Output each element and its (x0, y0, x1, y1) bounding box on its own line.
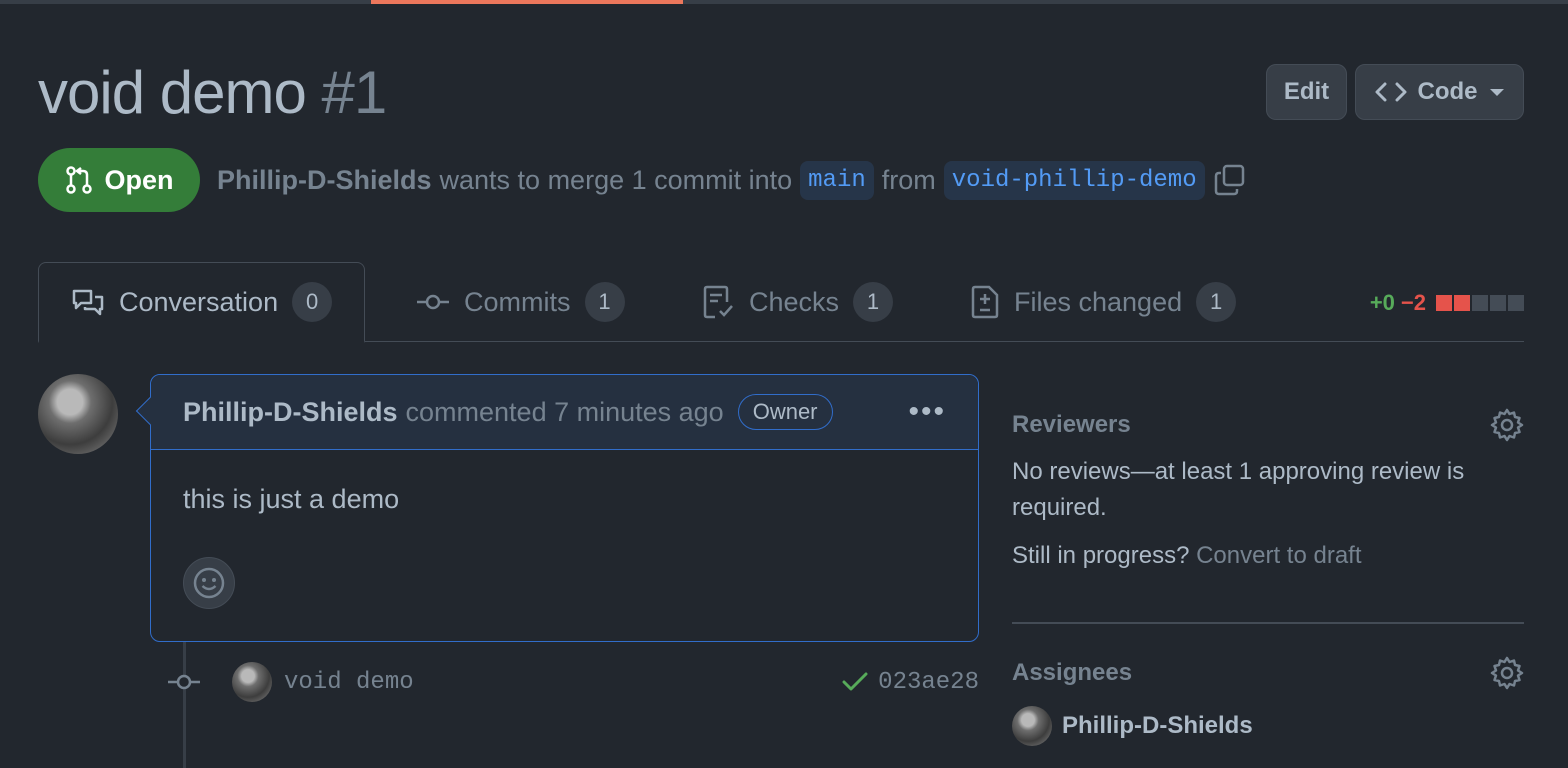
head-branch[interactable]: void-phillip-demo (943, 160, 1205, 200)
kebab-menu-icon[interactable]: ••• (908, 395, 946, 429)
caret-down-icon (1489, 89, 1504, 96)
base-branch[interactable]: main (800, 160, 874, 200)
smiley-icon (193, 567, 225, 599)
draft-prompt: Still in progress? Convert to draft (1012, 542, 1524, 570)
commit-sha[interactable]: 023ae28 (878, 669, 979, 696)
check-icon[interactable] (842, 672, 868, 692)
tab-commits-label: Commits (464, 286, 571, 317)
pr-tabs: Conversation 0 Commits 1 Checks 1 Files … (38, 262, 1524, 343)
pr-title: void demo #1 (38, 58, 388, 127)
git-pull-request-icon (66, 166, 93, 194)
diffstat-block (1490, 295, 1506, 311)
assignees-heading: Assignees (1012, 658, 1133, 686)
pr-number[interactable]: #1 (322, 59, 388, 126)
active-nav-indicator (371, 0, 683, 4)
sidebar: Reviewers No reviews—at least 1 approvin… (1012, 400, 1524, 746)
diffstat-deletions: −2 (1400, 290, 1426, 315)
tab-files-changed[interactable]: Files changed 1 (970, 262, 1237, 342)
from-text: from (881, 164, 936, 195)
diffstat-block (1436, 295, 1452, 311)
diffstat-block (1472, 295, 1488, 311)
edit-button[interactable]: Edit (1266, 64, 1347, 120)
code-icon (1375, 82, 1406, 102)
draft-prompt-text: Still in progress? (1012, 542, 1190, 569)
diffstat-block (1508, 295, 1524, 311)
tab-conversation-label: Conversation (119, 286, 279, 317)
pr-title-text: void demo (38, 59, 307, 126)
pr-meta: Phillip-D-Shields wants to merge 1 commi… (217, 158, 1247, 202)
comment-body: this is just a demo (183, 484, 400, 514)
reviewers-heading: Reviewers (1012, 411, 1131, 438)
comment-discussion-icon (72, 289, 104, 316)
tab-checks[interactable]: Checks 1 (703, 262, 894, 342)
timeline-commit: void demo 023ae28 (168, 658, 979, 706)
tab-conversation[interactable]: Conversation 0 (38, 262, 366, 343)
git-commit-icon (417, 294, 449, 310)
convert-to-draft-link[interactable]: Convert to draft (1196, 542, 1361, 569)
avatar[interactable] (38, 374, 118, 454)
pr-state-badge: Open (38, 148, 200, 212)
checklist-icon (703, 285, 733, 319)
code-button[interactable]: Code (1355, 64, 1524, 120)
tab-files-changed-count: 1 (1196, 282, 1237, 322)
add-reaction-button[interactable] (183, 557, 235, 609)
code-button-label: Code (1417, 78, 1478, 105)
file-diff-icon (971, 285, 999, 319)
top-border (0, 0, 1568, 4)
commit-sha-group: 023ae28 (842, 669, 979, 696)
comment-header: Phillip-D-Shields commented 7 minutes ag… (151, 375, 978, 450)
commit-author-avatar[interactable] (232, 662, 272, 702)
merge-text: wants to merge 1 commit into (439, 164, 793, 195)
assignee-avatar (1012, 705, 1052, 746)
gear-icon[interactable] (1490, 408, 1524, 442)
assignee-item[interactable]: Phillip-D-Shields (1012, 705, 1524, 746)
tab-checks-label: Checks (749, 286, 840, 317)
tab-commits[interactable]: Commits 1 (416, 262, 625, 342)
git-commit-icon (168, 674, 200, 690)
diffstat: +0 −2 (1370, 290, 1524, 316)
assignee-name: Phillip-D-Shields (1062, 711, 1253, 739)
comment-author[interactable]: Phillip-D-Shields (183, 397, 398, 428)
diffstat-additions: +0 (1369, 290, 1395, 315)
tab-files-changed-label: Files changed (1014, 286, 1183, 317)
assignees-header: Assignees (1012, 648, 1524, 698)
comment-card: Phillip-D-Shields commented 7 minutes ag… (135, 374, 979, 642)
copy-icon[interactable] (1213, 163, 1247, 197)
pr-author-link[interactable]: Phillip-D-Shields (217, 165, 432, 196)
tab-commits-count: 1 (584, 282, 625, 322)
diffstat-blocks (1436, 295, 1524, 311)
reviewers-header: Reviewers (1012, 400, 1524, 450)
tab-conversation-count: 0 (292, 282, 333, 322)
sidebar-divider (1012, 622, 1524, 624)
reviewers-status: No reviews—at least 1 approving review i… (1012, 458, 1465, 521)
owner-badge: Owner (737, 394, 833, 430)
comment-timestamp[interactable]: commented 7 minutes ago (406, 397, 724, 428)
commit-message[interactable]: void demo (284, 669, 414, 696)
diffstat-block (1454, 295, 1470, 311)
tab-checks-count: 1 (853, 282, 894, 322)
gear-icon[interactable] (1490, 656, 1524, 690)
pr-state-label: Open (104, 164, 174, 195)
